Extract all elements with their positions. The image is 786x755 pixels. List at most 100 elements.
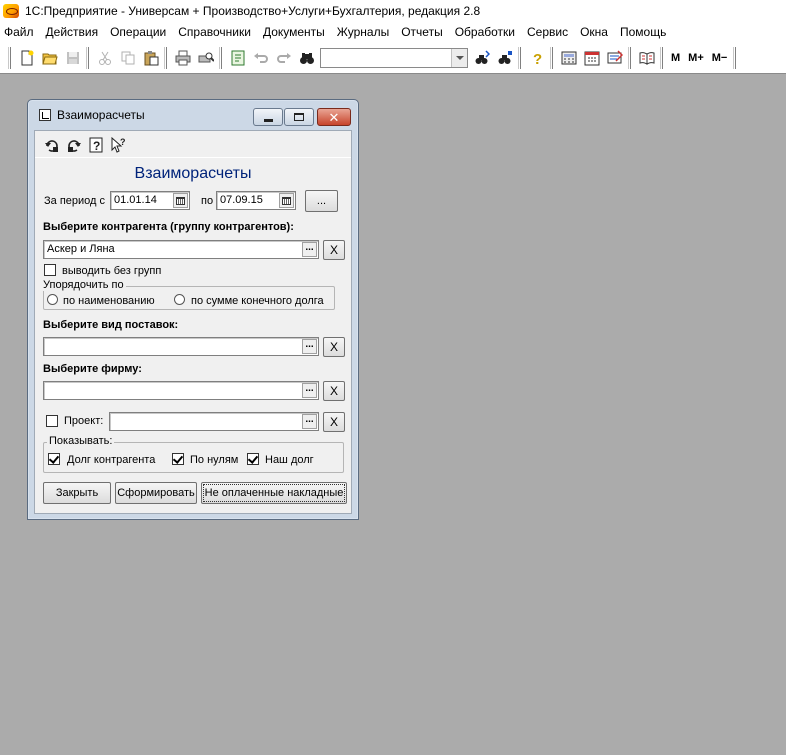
cut-button[interactable]	[93, 47, 116, 69]
menu-reports[interactable]: Отчеты	[396, 25, 449, 39]
menu-processing[interactable]: Обработки	[450, 25, 522, 39]
contractor-field[interactable]: Аскер и Ляна ...	[43, 240, 319, 259]
save-button[interactable]	[61, 47, 84, 69]
toolbar-separator	[660, 46, 663, 69]
paste-button[interactable]	[139, 47, 162, 69]
date-to-value: 07.09.15	[220, 194, 263, 206]
sort-group-label: Упорядочить по	[41, 279, 126, 291]
memory-minus-button[interactable]: M−	[708, 52, 732, 64]
show-our-debt-label: Наш долг	[265, 454, 314, 466]
menu-documents[interactable]: Документы	[258, 25, 332, 39]
menu-windows[interactable]: Окна	[575, 25, 615, 39]
no-groups-label: выводить без групп	[62, 265, 162, 277]
contractor-clear-button[interactable]: X	[323, 240, 345, 260]
redo-button[interactable]	[272, 47, 295, 69]
form-action-2-button[interactable]	[63, 135, 85, 155]
undo-button[interactable]	[249, 47, 272, 69]
project-field[interactable]: ...	[109, 412, 319, 431]
maximize-button[interactable]	[284, 108, 314, 126]
toolbar-grip[interactable]	[8, 46, 11, 69]
book-button[interactable]	[635, 47, 658, 69]
firm-clear-button[interactable]: X	[323, 381, 345, 401]
form-icon	[39, 109, 51, 121]
print-preview-button[interactable]	[194, 47, 217, 69]
form-help-button[interactable]: ?	[85, 135, 107, 155]
sort-by-name-radio[interactable]	[47, 294, 58, 305]
show-debt-contractor-label: Долг контрагента	[67, 454, 156, 466]
copy-icon	[121, 51, 134, 64]
show-debt-contractor-checkbox[interactable]	[48, 453, 60, 465]
combo-dropdown-button[interactable]	[451, 48, 467, 67]
supply-type-field[interactable]: ...	[43, 337, 319, 356]
memory-button[interactable]: M	[667, 52, 684, 64]
calendar-icon	[282, 196, 291, 205]
menu-journals[interactable]: Журналы	[332, 25, 396, 39]
menu-actions[interactable]: Действия	[41, 25, 106, 39]
open-book-icon	[639, 51, 654, 65]
to-label: по	[201, 195, 214, 207]
find-next-icon	[475, 49, 490, 64]
unpaid-invoices-button[interactable]: Не оплаченные накладные	[201, 482, 347, 504]
window-title-bar[interactable]: Взаиморасчеты ✕	[28, 100, 358, 130]
menu-file[interactable]: Файл	[0, 25, 41, 39]
svg-text:?: ?	[533, 51, 542, 66]
search-combo[interactable]	[320, 47, 468, 68]
firm-label: Выберите фирму:	[43, 363, 142, 375]
show-zero-checkbox[interactable]	[172, 453, 184, 465]
project-checkbox[interactable]	[46, 415, 58, 427]
copy-button[interactable]	[116, 47, 139, 69]
find-all-icon	[498, 50, 512, 64]
menu-operations[interactable]: Операции	[105, 25, 173, 39]
date-to-calendar-button[interactable]	[279, 193, 294, 208]
supply-type-clear-button[interactable]: X	[323, 337, 345, 357]
memory-plus-button[interactable]: M+	[684, 52, 708, 64]
show-group-label: Показывать:	[47, 435, 115, 447]
contractor-select-button[interactable]: ...	[302, 242, 317, 257]
period-label: За период с	[44, 195, 106, 207]
show-our-debt-checkbox[interactable]	[247, 453, 259, 465]
app-logo-icon	[3, 4, 19, 18]
close-button[interactable]: Закрыть	[43, 482, 111, 504]
print-button[interactable]	[171, 47, 194, 69]
menu-references[interactable]: Справочники	[173, 25, 258, 39]
date-from-calendar-button[interactable]	[173, 193, 188, 208]
form-action-1-button[interactable]	[41, 135, 63, 155]
menu-help[interactable]: Помощь	[615, 25, 673, 39]
new-document-button[interactable]	[15, 47, 38, 69]
project-select-button[interactable]: ...	[302, 414, 317, 429]
main-toolbar: ? M M+ M−	[0, 42, 786, 74]
close-icon: ✕	[328, 109, 340, 125]
supply-type-select-button[interactable]: ...	[302, 339, 317, 354]
help-button[interactable]: ?	[525, 47, 548, 69]
project-clear-button[interactable]: X	[323, 412, 345, 432]
toolbar-separator	[550, 46, 553, 69]
minimize-button[interactable]	[253, 108, 283, 126]
firm-select-button[interactable]: ...	[302, 383, 317, 398]
messages-button[interactable]	[603, 47, 626, 69]
no-groups-checkbox[interactable]	[44, 264, 56, 276]
build-report-button[interactable]: Сформировать	[115, 482, 197, 504]
maximize-icon	[294, 113, 304, 121]
find-all-button[interactable]	[493, 47, 516, 69]
firm-field[interactable]: ...	[43, 381, 319, 400]
toolbar-separator	[733, 46, 737, 69]
period-select-button[interactable]: ...	[305, 190, 338, 212]
toolbar-separator	[164, 46, 167, 69]
open-button[interactable]	[38, 47, 61, 69]
sort-by-debt-radio[interactable]	[174, 294, 185, 305]
menu-service[interactable]: Сервис	[522, 25, 575, 39]
active-doc-button[interactable]	[226, 47, 249, 69]
chevron-down-icon	[455, 55, 464, 60]
contractor-label: Выберите контрагента (группу контрагенто…	[43, 221, 294, 233]
project-label: Проект:	[64, 415, 104, 427]
calculator-button[interactable]	[557, 47, 580, 69]
settlements-window: Взаиморасчеты ✕ ? ? Взаиморасчеты За пер…	[27, 99, 359, 520]
calendar-button[interactable]	[580, 47, 603, 69]
date-from-field[interactable]: 01.01.14	[110, 191, 190, 210]
document-green-icon	[231, 50, 244, 65]
close-window-button[interactable]: ✕	[317, 108, 351, 126]
date-to-field[interactable]: 07.09.15	[216, 191, 296, 210]
find-button[interactable]	[295, 47, 318, 69]
context-help-button[interactable]: ?	[107, 135, 129, 155]
find-next-button[interactable]	[470, 47, 493, 69]
